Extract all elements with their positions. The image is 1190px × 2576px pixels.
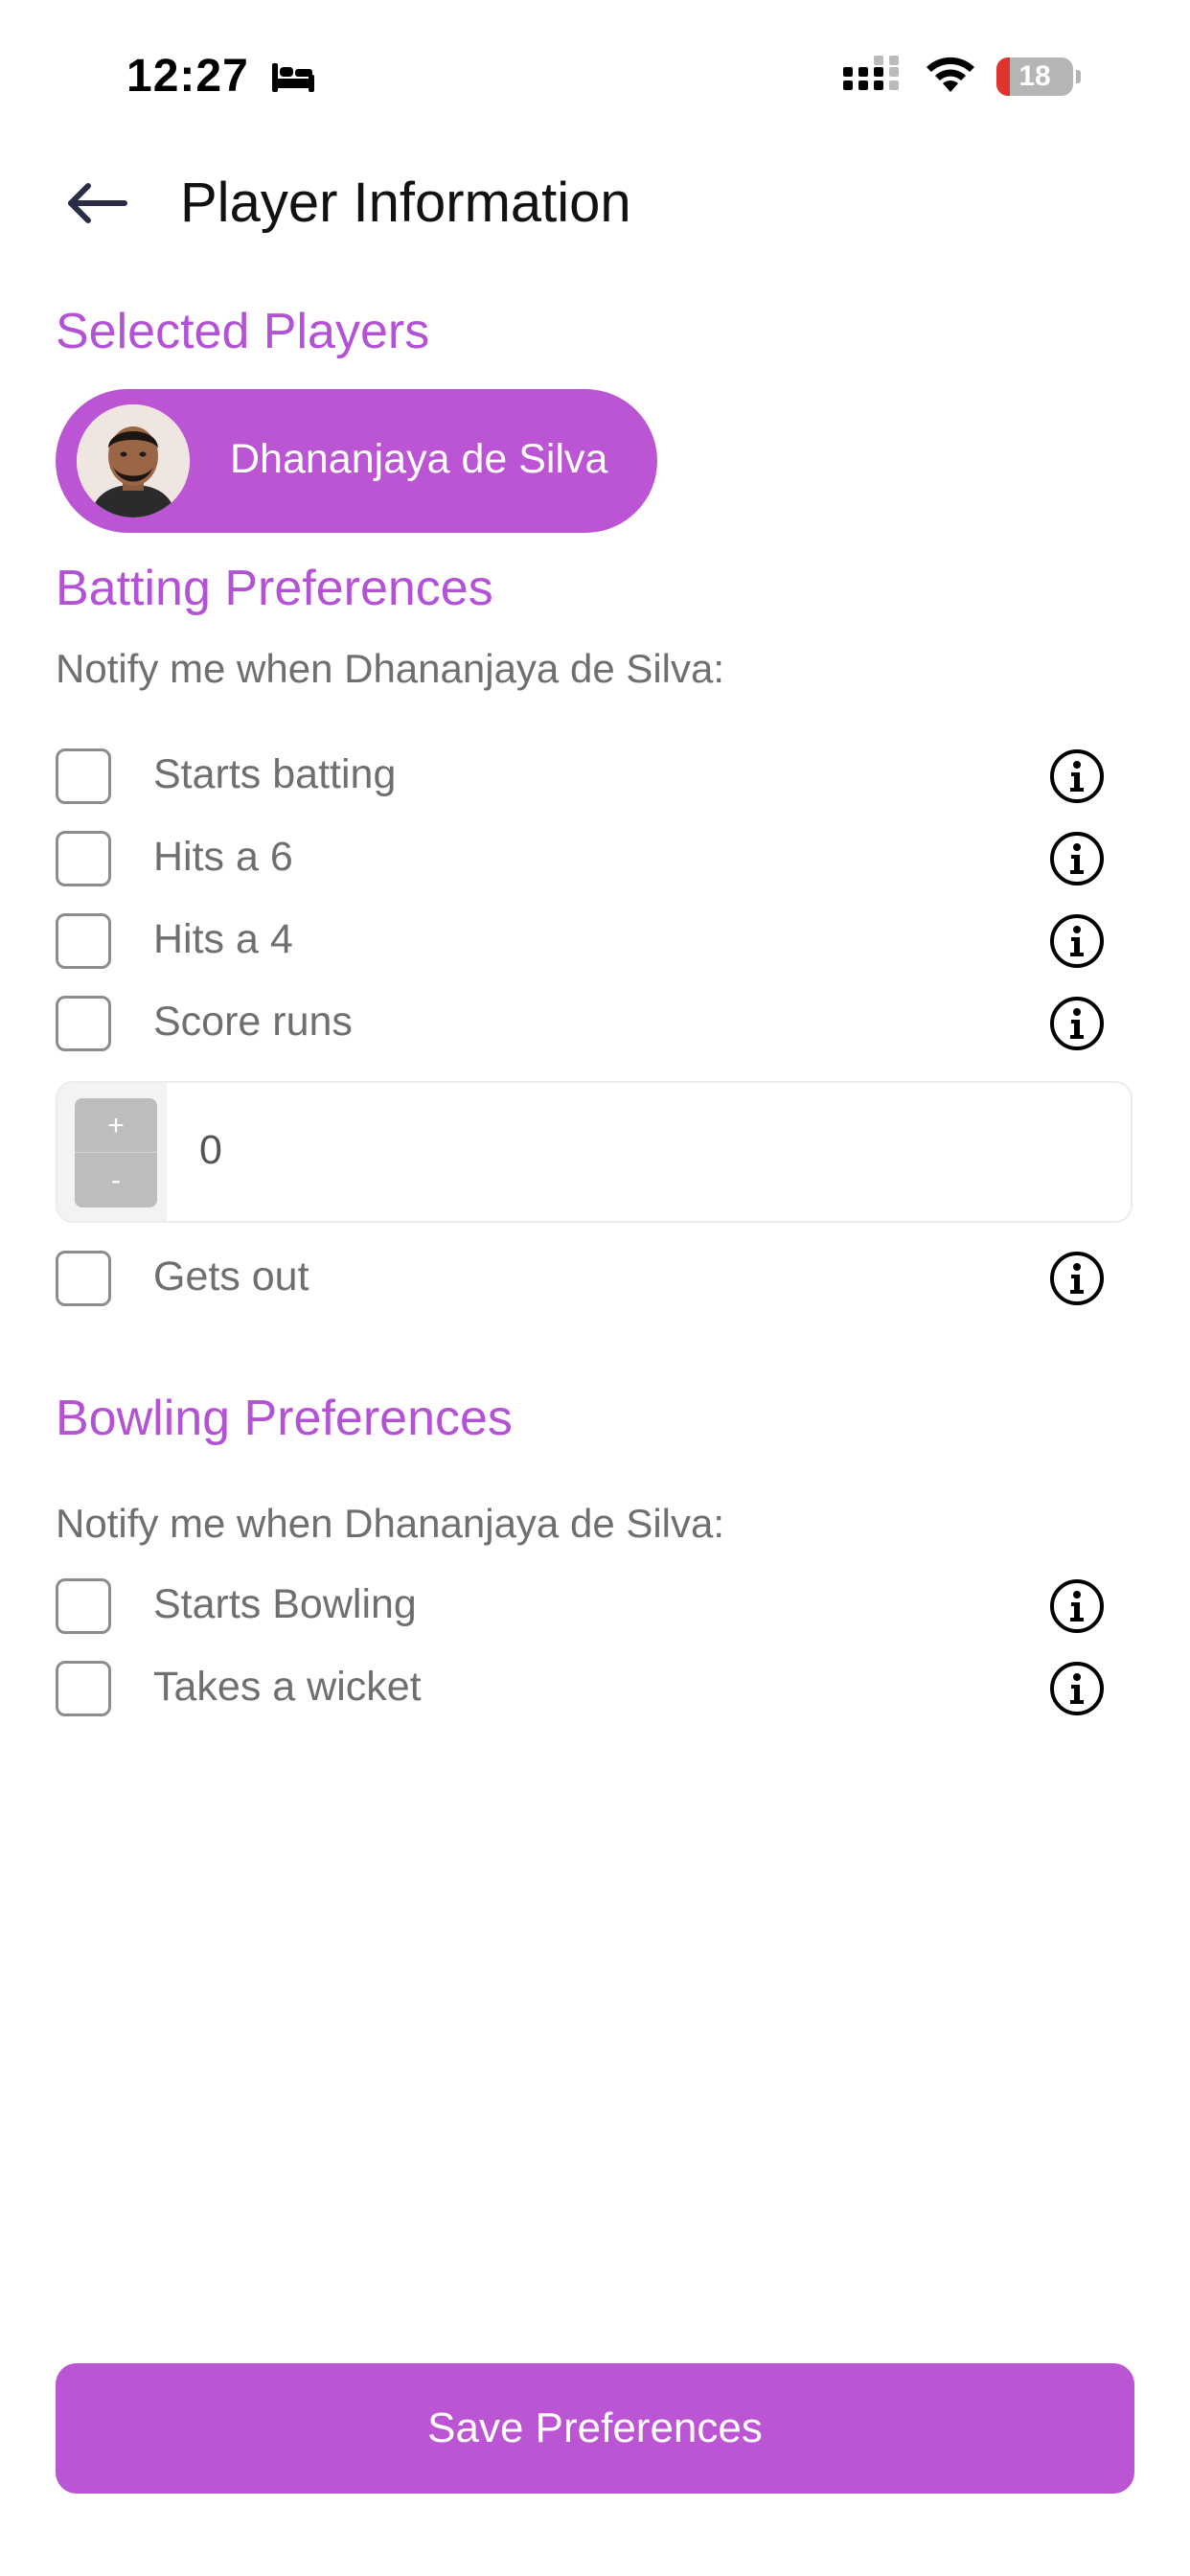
info-icon[interactable] xyxy=(1048,830,1106,887)
battery-body: 18 xyxy=(996,58,1073,96)
page-title: Player Information xyxy=(180,172,631,234)
option-takes-wicket[interactable]: Takes a wicket xyxy=(56,1658,1110,1719)
player-avatar xyxy=(77,404,190,518)
bowling-preferences-title: Bowling Preferences xyxy=(56,1391,513,1446)
info-icon[interactable] xyxy=(1048,1577,1106,1635)
battery-level: 18 xyxy=(1018,60,1051,92)
info-icon[interactable] xyxy=(1048,1660,1106,1717)
status-time: 12:27 xyxy=(126,51,249,102)
score-runs-checkbox[interactable] xyxy=(56,996,111,1051)
bowling-notify-text: Notify me when Dhananjaya de Silva: xyxy=(56,1501,725,1546)
option-hits-6[interactable]: Hits a 6 xyxy=(56,828,1110,889)
hits-6-checkbox[interactable] xyxy=(56,831,111,886)
battery-cap xyxy=(1076,70,1081,83)
info-icon[interactable] xyxy=(1048,995,1106,1052)
hits-6-label: Hits a 6 xyxy=(153,834,293,880)
takes-wicket-checkbox[interactable] xyxy=(56,1661,111,1716)
increment-button[interactable]: + xyxy=(75,1098,157,1153)
player-name: Dhananjaya de Silva xyxy=(230,436,608,482)
option-starts-bowling[interactable]: Starts Bowling xyxy=(56,1576,1110,1637)
score-runs-label: Score runs xyxy=(153,999,353,1045)
info-icon[interactable] xyxy=(1048,1250,1106,1307)
wifi-icon xyxy=(927,57,974,92)
option-gets-out[interactable]: Gets out xyxy=(56,1248,1110,1309)
gets-out-label: Gets out xyxy=(153,1254,309,1300)
hits-4-checkbox[interactable] xyxy=(56,913,111,969)
option-score-runs[interactable]: Score runs xyxy=(56,993,1110,1054)
option-starts-batting[interactable]: Starts batting xyxy=(56,746,1110,807)
player-chip[interactable]: Dhananjaya de Silva xyxy=(56,389,657,533)
back-arrow-icon[interactable] xyxy=(61,178,130,228)
stepper-buttons: + - xyxy=(75,1098,157,1208)
player-avatar-image xyxy=(77,404,190,518)
gets-out-checkbox[interactable] xyxy=(56,1251,111,1306)
info-icon[interactable] xyxy=(1048,912,1106,970)
takes-wicket-label: Takes a wicket xyxy=(153,1664,422,1710)
decrement-button[interactable]: - xyxy=(75,1153,157,1208)
option-hits-4[interactable]: Hits a 4 xyxy=(56,910,1110,972)
runs-stepper[interactable]: + - 0 xyxy=(56,1081,1133,1223)
starts-batting-checkbox[interactable] xyxy=(56,748,111,804)
player-information-screen: 12:27 18 Player Information Selected Pla… xyxy=(0,0,1190,2576)
starts-batting-label: Starts batting xyxy=(153,751,397,797)
status-bar: 12:27 18 xyxy=(0,0,1190,144)
batting-preferences-title: Batting Preferences xyxy=(56,561,493,616)
starts-bowling-checkbox[interactable] xyxy=(56,1578,111,1634)
cellular-signal-icon xyxy=(843,56,899,90)
sleep-focus-icon xyxy=(272,63,314,92)
hits-4-label: Hits a 4 xyxy=(153,916,293,962)
runs-value-input[interactable]: 0 xyxy=(199,1127,222,1174)
info-icon[interactable] xyxy=(1048,748,1106,805)
save-preferences-button[interactable]: Save Preferences xyxy=(56,2363,1134,2494)
stepper-controls: + - xyxy=(57,1083,167,1221)
starts-bowling-label: Starts Bowling xyxy=(153,1581,417,1627)
battery-indicator: 18 xyxy=(996,58,1081,96)
selected-players-title: Selected Players xyxy=(56,304,430,359)
batting-notify-text: Notify me when Dhananjaya de Silva: xyxy=(56,646,725,691)
